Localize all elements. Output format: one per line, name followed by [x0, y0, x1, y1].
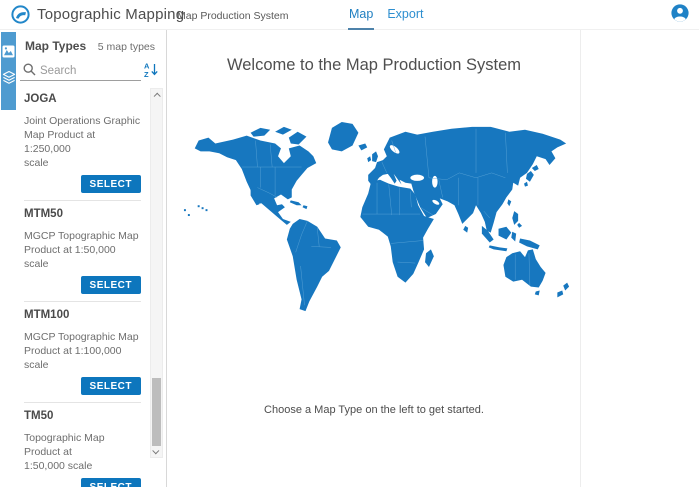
user-avatar-icon[interactable]	[671, 4, 689, 27]
world-map-image	[182, 118, 574, 316]
scroll-up-icon[interactable]	[151, 89, 162, 101]
map-type-name: JOGA	[24, 93, 141, 106]
select-button[interactable]: SELECT	[81, 175, 141, 193]
sort-a-to-z-icon[interactable]: A Z	[143, 61, 161, 79]
scrollbar-thumb[interactable]	[152, 378, 161, 446]
select-button[interactable]: SELECT	[81, 377, 141, 395]
globe-logo-icon	[11, 5, 30, 29]
map-type-name: TM50	[24, 410, 141, 423]
map-types-panel: Map Types 5 map types A Z JOGA Joint Ope…	[17, 30, 167, 487]
search-icon	[23, 63, 36, 76]
map-type-item-tm50: TM50 Topographic Map Product at 1:50,000…	[24, 403, 141, 487]
search-input[interactable]	[40, 65, 130, 77]
scroll-down-icon[interactable]	[151, 445, 162, 457]
map-type-item-mtm50: MTM50 MGCP Topographic Map Product at 1:…	[24, 201, 141, 302]
top-tabs: Map Export	[348, 0, 424, 30]
panel-title: Map Types	[25, 39, 86, 53]
app-header: Topographic Mapping Map Production Syste…	[0, 0, 699, 30]
rail-active-group	[1, 32, 16, 110]
panel-header: Map Types 5 map types	[17, 30, 166, 58]
map-type-list: JOGA Joint Operations Graphic Map Produc…	[17, 86, 167, 487]
tab-map[interactable]: Map	[348, 0, 374, 30]
sidebar-scrollbar[interactable]	[150, 88, 163, 458]
tab-export[interactable]: Export	[386, 0, 424, 30]
layers-icon[interactable]	[1, 64, 16, 90]
map-product-icon[interactable]	[1, 38, 16, 64]
app-subtitle: Map Production System	[177, 10, 288, 22]
map-type-description: MGCP Topographic Map Product at 1:50,000…	[24, 229, 141, 271]
map-type-count: 5 map types	[98, 41, 155, 53]
left-tool-rail	[0, 30, 17, 487]
map-type-item-joga: JOGA Joint Operations Graphic Map Produc…	[24, 86, 141, 201]
welcome-panel: Welcome to the Map Production System	[168, 30, 581, 487]
welcome-title: Welcome to the Map Production System	[168, 56, 580, 75]
svg-text:Z: Z	[144, 70, 149, 78]
map-type-description: MGCP Topographic Map Product at 1:100,00…	[24, 330, 141, 372]
instruction-text: Choose a Map Type on the left to get sta…	[168, 404, 580, 416]
map-type-description: Topographic Map Product at 1:50,000 scal…	[24, 431, 141, 473]
map-type-name: MTM50	[24, 208, 141, 221]
map-type-name: MTM100	[24, 309, 141, 322]
map-type-description: Joint Operations Graphic Map Product at …	[24, 114, 141, 170]
app-title: Topographic Mapping	[37, 6, 184, 23]
map-type-item-mtm100: MTM100 MGCP Topographic Map Product at 1…	[24, 302, 141, 403]
select-button[interactable]: SELECT	[81, 478, 141, 487]
search-box	[20, 61, 141, 81]
select-button[interactable]: SELECT	[81, 276, 141, 294]
